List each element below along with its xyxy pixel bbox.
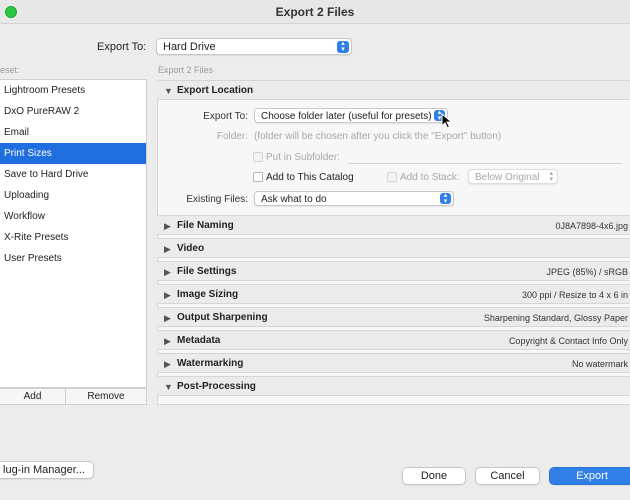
folder-hint: (folder will be chosen after you click t… [254, 131, 502, 142]
add-to-catalog-label: Add to This Catalog [266, 172, 354, 183]
export-to-value: Hard Drive [163, 41, 216, 53]
preset-item-save-to-hard-drive[interactable]: Save to Hard Drive [0, 164, 146, 185]
preset-actions: Add Remove [0, 388, 147, 405]
section-title: Video [177, 243, 205, 254]
section-summary: Sharpening Standard, Glossy Paper [483, 313, 628, 323]
location-export-to-select[interactable]: Choose folder later (useful for presets)… [254, 108, 448, 123]
section-output-sharpening[interactable]: ▶ Output Sharpening Sharpening Standard,… [157, 307, 630, 327]
stack-position-value: Below Original [475, 172, 540, 183]
existing-files-label: Existing Files: [186, 194, 248, 205]
export-to-select[interactable]: Hard Drive ▴ ▾ [156, 38, 352, 55]
remove-preset-button[interactable]: Remove [66, 389, 146, 405]
done-button[interactable]: Done [402, 467, 466, 485]
disclosure-expanded-icon: ▼ [164, 86, 173, 96]
disclosure-collapsed-icon: ▶ [164, 359, 171, 369]
section-watermarking[interactable]: ▶ Watermarking No watermark [157, 353, 630, 373]
preset-list[interactable]: Lightroom Presets DxO PureRAW 2 Email Pr… [0, 79, 147, 388]
window-title: Export 2 Files [275, 5, 355, 19]
export-to-label: Export To: [97, 41, 147, 53]
preset-item-lightroom-presets[interactable]: Lightroom Presets [0, 80, 146, 101]
select-arrows-icon: ▴ ▾ [440, 192, 451, 205]
folder-label: Folder: [216, 131, 248, 142]
preset-item-x-rite-presets[interactable]: X-Rite Presets [0, 227, 146, 248]
section-title: Export Location [177, 85, 254, 96]
add-to-stack-checkbox[interactable] [387, 172, 397, 182]
section-title: File Naming [177, 220, 234, 231]
add-to-catalog-checkbox[interactable] [253, 172, 263, 182]
select-arrows-icon: ▴ ▾ [337, 40, 349, 53]
subfolder-input[interactable] [348, 150, 622, 164]
add-to-stack-label: Add to Stack: [400, 172, 460, 183]
preset-item-uploading[interactable]: Uploading [0, 185, 146, 206]
preset-header: eset: [0, 65, 20, 75]
section-summary: Copyright & Contact Info Only [508, 336, 628, 346]
section-title: File Settings [177, 266, 237, 277]
section-summary: 0J8A7898-4x6.jpg [555, 221, 628, 231]
disclosure-collapsed-icon: ▶ [164, 267, 171, 277]
preset-item-user-presets[interactable]: User Presets [0, 248, 146, 269]
existing-files-select[interactable]: Ask what to do ▴ ▾ [254, 191, 454, 206]
section-summary: JPEG (85%) / sRGB [546, 267, 628, 277]
disclosure-expanded-icon: ▼ [164, 382, 173, 392]
put-in-subfolder-label: Put in Subfolder: [266, 152, 340, 163]
put-in-subfolder-checkbox[interactable] [253, 152, 263, 162]
export-files-label: Export 2 Files [158, 65, 214, 75]
section-file-settings[interactable]: ▶ File Settings JPEG (85%) / sRGB [157, 261, 630, 281]
chevron-updown-icon: ▴ ▾ [549, 170, 553, 183]
plugin-manager-button[interactable]: lug-in Manager... [0, 461, 94, 479]
section-video[interactable]: ▶ Video [157, 238, 630, 258]
preset-item-dxo-pureraw-2[interactable]: DxO PureRAW 2 [0, 101, 146, 122]
location-export-to-label: Export To: [203, 111, 248, 122]
section-title: Watermarking [177, 358, 244, 369]
export-button[interactable]: Export [549, 467, 630, 485]
section-title: Metadata [177, 335, 221, 346]
cancel-button[interactable]: Cancel [475, 467, 540, 485]
preset-item-print-sizes[interactable]: Print Sizes [0, 143, 146, 164]
existing-files-value: Ask what to do [261, 194, 327, 205]
add-preset-button[interactable]: Add [0, 389, 66, 405]
section-summary: 300 ppi / Resize to 4 x 6 in [521, 290, 628, 300]
preset-item-workflow[interactable]: Workflow [0, 206, 146, 227]
preset-item-email[interactable]: Email [0, 122, 146, 143]
section-summary: No watermark [571, 359, 628, 369]
disclosure-collapsed-icon: ▶ [164, 313, 171, 323]
disclosure-collapsed-icon: ▶ [164, 221, 171, 231]
location-export-to-value: Choose folder later (useful for presets) [261, 111, 432, 122]
mouse-pointer-icon [441, 113, 453, 129]
section-file-naming[interactable]: ▶ File Naming 0J8A7898-4x6.jpg [157, 215, 630, 235]
stack-position-select[interactable]: Below Original ▴ ▾ [468, 169, 558, 184]
section-metadata[interactable]: ▶ Metadata Copyright & Contact Info Only [157, 330, 630, 350]
section-export-location[interactable]: ▼ Export Location [157, 80, 630, 100]
section-image-sizing[interactable]: ▶ Image Sizing 300 ppi / Resize to 4 x 6… [157, 284, 630, 304]
section-post-processing[interactable]: ▼ Post-Processing [157, 376, 630, 396]
disclosure-collapsed-icon: ▶ [164, 244, 171, 254]
section-title: Post-Processing [177, 381, 256, 392]
disclosure-collapsed-icon: ▶ [164, 336, 171, 346]
section-title: Output Sharpening [177, 312, 268, 323]
disclosure-collapsed-icon: ▶ [164, 290, 171, 300]
section-title: Image Sizing [177, 289, 239, 300]
